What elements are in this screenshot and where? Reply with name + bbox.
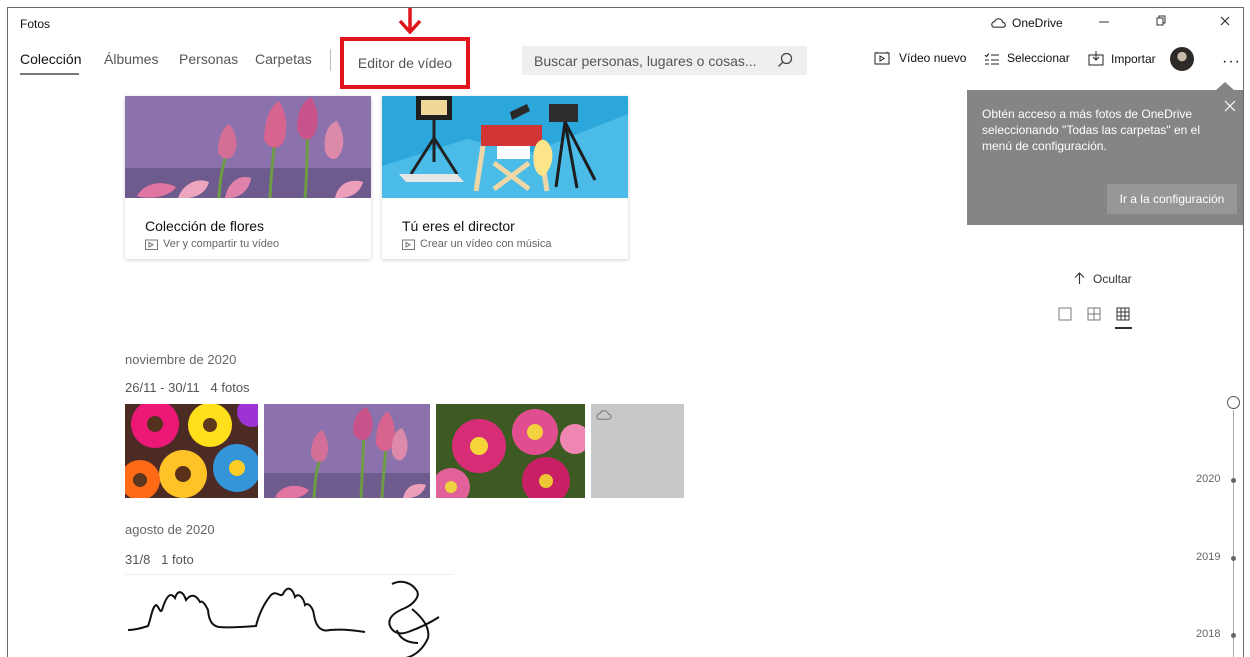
photo-thumbnail[interactable] xyxy=(125,404,258,498)
checklist-icon xyxy=(984,52,999,65)
onedrive-label: OneDrive xyxy=(1012,16,1063,30)
close-icon xyxy=(1220,16,1230,26)
large-view-icon[interactable] xyxy=(1057,306,1073,322)
date-range-text: 26/11 - 30/11 xyxy=(125,380,200,395)
restore-button[interactable] xyxy=(1146,14,1176,34)
import-button[interactable]: Importar xyxy=(1088,51,1156,66)
card-subtitle-text: Ver y compartir tu vídeo xyxy=(163,238,280,250)
photo-count: 4 fotos xyxy=(210,380,250,395)
medium-view-icon[interactable] xyxy=(1086,306,1102,322)
onedrive-status[interactable]: OneDrive xyxy=(991,16,1063,30)
timeline-year-dot xyxy=(1231,478,1236,483)
import-icon xyxy=(1088,51,1104,66)
onedrive-tooltip: Obtén acceso a más fotos de OneDrive sel… xyxy=(967,82,1243,225)
timeline-year-dot xyxy=(1231,633,1236,638)
cloud-photo-placeholder[interactable] xyxy=(591,404,684,498)
video-editor-label: Editor de vídeo xyxy=(357,55,453,71)
director-image xyxy=(382,96,628,198)
flowers-thumbnail xyxy=(125,96,371,198)
tab-coleccion[interactable]: Colección xyxy=(20,51,81,67)
close-window-button[interactable] xyxy=(1210,14,1240,34)
cloud-icon xyxy=(991,18,1006,28)
tab-albumes[interactable]: Álbumes xyxy=(104,51,158,67)
month-heading: agosto de 2020 xyxy=(125,522,215,537)
photo-count: 1 foto xyxy=(161,552,194,567)
timeline-year[interactable]: 2019 xyxy=(1196,551,1220,563)
down-arrow-icon xyxy=(398,8,422,34)
collection-card-director[interactable]: Tú eres el director Crear un vídeo con m… xyxy=(382,96,628,259)
tulips-photo xyxy=(264,404,430,498)
timeline-year[interactable]: 2020 xyxy=(1196,473,1220,485)
card-title: Tú eres el director xyxy=(402,218,515,234)
close-icon[interactable] xyxy=(1223,99,1237,113)
hide-button[interactable]: Ocultar xyxy=(1074,272,1132,286)
minimize-button[interactable] xyxy=(1089,14,1119,34)
small-view-icon[interactable] xyxy=(1115,306,1131,322)
go-to-settings-button[interactable]: Ir a la configuración xyxy=(1107,184,1237,214)
cloud-icon xyxy=(596,410,612,420)
more-options-button[interactable]: ··· xyxy=(1222,53,1241,71)
arrow-up-icon xyxy=(1074,272,1085,284)
collection-card-flowers[interactable]: Colección de flores Ver y compartir tu v… xyxy=(125,96,371,259)
director-thumbnail xyxy=(382,96,628,198)
card-title: Colección de flores xyxy=(145,218,265,234)
search-placeholder: Buscar personas, lugares o cosas... xyxy=(534,52,757,69)
tooltip-message: Obtén acceso a más fotos de OneDrive sel… xyxy=(982,107,1200,153)
photo-thumbnail[interactable] xyxy=(436,404,585,498)
card-subtitle-text: Crear un vídeo con música xyxy=(420,238,552,250)
video-icon xyxy=(402,239,415,250)
photo-thumbnail[interactable] xyxy=(264,404,430,498)
handwriting-photo xyxy=(127,580,440,657)
timeline-handle[interactable] xyxy=(1227,396,1240,409)
nav-separator xyxy=(330,49,331,71)
card-subtitle: Crear un vídeo con música xyxy=(402,238,551,250)
date-range: 31/8 1 foto xyxy=(125,552,194,567)
gerbera-photo xyxy=(125,404,258,498)
timeline-year-dot xyxy=(1231,556,1236,561)
app-title: Fotos xyxy=(20,17,51,31)
search-box[interactable]: Buscar personas, lugares o cosas... xyxy=(522,46,807,75)
import-label: Importar xyxy=(1111,51,1156,66)
month-heading: noviembre de 2020 xyxy=(125,352,237,367)
tab-personas[interactable]: Personas xyxy=(179,51,238,67)
minimize-icon xyxy=(1099,21,1109,23)
video-icon xyxy=(874,51,890,65)
date-range-text: 31/8 xyxy=(125,552,151,567)
pink-daisies-photo xyxy=(436,404,585,498)
photos-window: Fotos OneDrive Colección Álbumes Persona… xyxy=(7,7,1244,657)
search-icon[interactable] xyxy=(777,52,793,68)
new-video-label: Vídeo nuevo xyxy=(899,51,967,65)
select-label: Seleccionar xyxy=(1007,51,1070,65)
active-tab-indicator xyxy=(20,73,79,75)
tooltip-pointer xyxy=(1216,82,1234,90)
restore-icon xyxy=(1156,15,1166,26)
active-view-indicator xyxy=(1115,327,1132,329)
date-range: 26/11 - 30/11 4 fotos xyxy=(125,380,250,395)
video-icon xyxy=(145,239,158,250)
card-subtitle: Ver y compartir tu vídeo xyxy=(145,238,279,250)
photo-thumbnail[interactable] xyxy=(125,574,454,657)
timeline-track xyxy=(1233,410,1234,657)
tulips-image xyxy=(125,96,371,198)
tab-carpetas[interactable]: Carpetas xyxy=(255,51,312,67)
video-editor-tab[interactable]: Editor de vídeo xyxy=(340,37,470,89)
timeline-year[interactable]: 2018 xyxy=(1196,628,1220,640)
new-video-button[interactable]: Vídeo nuevo xyxy=(874,51,966,65)
hide-label: Ocultar xyxy=(1093,272,1132,286)
avatar[interactable] xyxy=(1170,47,1194,71)
select-button[interactable]: Seleccionar xyxy=(984,51,1070,65)
